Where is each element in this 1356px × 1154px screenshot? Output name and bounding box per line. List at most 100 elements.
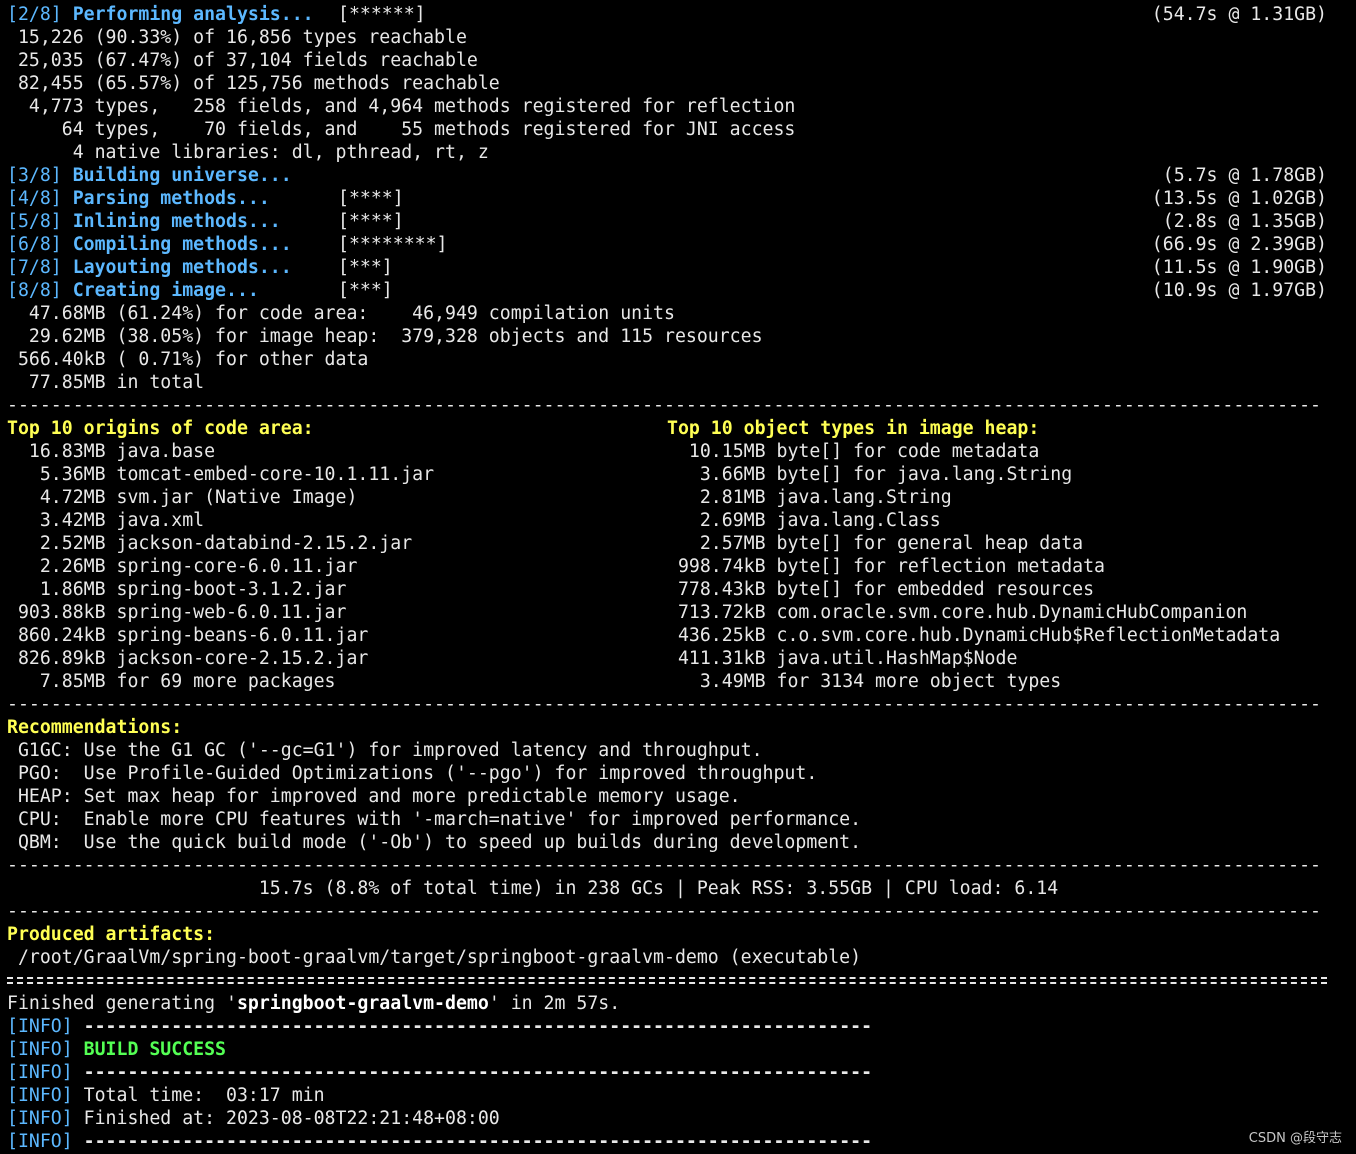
object-row: 10.15MB byte[] for code metadata	[667, 441, 1040, 462]
csdn-watermark: CSDN @段守志	[1248, 1131, 1342, 1146]
separator: ----------------------------------------…	[7, 694, 1321, 715]
finished-prefix: Finished generating '	[7, 993, 237, 1014]
object-row: 3.49MB for 3134 more object types	[667, 671, 1062, 692]
step-timing: (5.7s @ 1.78GB)	[1162, 165, 1327, 186]
build-step-line: [3/8] Building universe... (5.7s @ 1.78GB…	[7, 164, 1327, 187]
build-step-line: [8/8] Creating image... [***] (10.9s @ 1.9…	[7, 279, 1327, 302]
info-tag: [INFO]	[7, 1016, 73, 1037]
step-title: Compiling methods...	[72, 234, 292, 255]
object-row: 436.25kB c.o.svm.core.hub.DynamicHub$Ref…	[667, 625, 1281, 646]
recommendation-row: CPU: Enable more CPU features with '-mar…	[7, 809, 862, 830]
step-timing: (10.9s @ 1.97GB)	[1151, 280, 1327, 301]
step-number: [3/8]	[7, 165, 62, 186]
origin-row: 16.83MB java.base	[7, 441, 216, 462]
image-summary-line: 29.62MB (38.05%) for image heap: 379,328…	[7, 326, 763, 347]
origin-row: 5.36MB tomcat-embed-core-10.1.11.jar	[7, 464, 435, 485]
info-dashes: ----------------------------------------…	[72, 1016, 873, 1037]
gc-summary-line: 15.7s (8.8% of total time) in 238 GCs | …	[7, 878, 1059, 899]
step-title: Inlining methods...	[72, 211, 281, 232]
object-row: 2.57MB byte[] for general heap data	[667, 533, 1084, 554]
step-timing: (66.9s @ 2.39GB)	[1151, 234, 1327, 255]
step-title: Performing analysis...	[72, 4, 314, 25]
step-timing: (2.8s @ 1.35GB)	[1162, 211, 1327, 232]
info-tag: [INFO]	[7, 1085, 73, 1106]
origin-row: 1.86MB spring-boot-3.1.2.jar	[7, 579, 347, 600]
object-row: 2.69MB java.lang.Class	[667, 510, 941, 531]
step-number: [6/8]	[7, 234, 62, 255]
maven-info-line: [INFO] Total time: 03:17 min	[7, 1084, 1327, 1107]
recommendations-header: Recommendations:	[7, 717, 183, 738]
analysis-step-line: [2/8] Performing analysis... [******] (54.…	[7, 3, 1327, 26]
top10-row: 860.24kB spring-beans-6.0.11.jar 436.25k…	[7, 624, 1327, 647]
top10-header-line: Top 10 origins of code area: Top 10 objec…	[7, 417, 1327, 440]
origin-row: 2.26MB spring-core-6.0.11.jar	[7, 556, 358, 577]
image-summary-line: 566.40kB ( 0.71%) for other data	[7, 349, 369, 370]
maven-info-line: [INFO] BUILD SUCCESS	[7, 1038, 1327, 1061]
info-tag: [INFO]	[7, 1108, 73, 1129]
build-step-line: [4/8] Parsing methods... [****] (13.5s @ 1…	[7, 187, 1327, 210]
top10-row: 4.72MB svm.jar (Native Image) 2.81MB jav…	[7, 486, 1327, 509]
step-progress: [***]	[338, 280, 393, 301]
object-row: 998.74kB byte[] for reflection metadata	[667, 556, 1105, 577]
origin-row: 2.52MB jackson-databind-2.15.2.jar	[7, 533, 413, 554]
step-title: Creating image...	[72, 280, 259, 301]
analysis-detail-line: 4 native libraries: dl, pthread, rt, z	[7, 142, 489, 163]
step-number: [2/8]	[7, 4, 62, 25]
step-progress: [****]	[338, 211, 404, 232]
origin-row: 860.24kB spring-beans-6.0.11.jar	[7, 625, 369, 646]
origin-row: 7.85MB for 69 more packages	[7, 671, 336, 692]
top10-row: 2.52MB jackson-databind-2.15.2.jar 2.57M…	[7, 532, 1327, 555]
step-title: Building universe...	[72, 165, 292, 186]
step-timing: (13.5s @ 1.02GB)	[1151, 188, 1327, 209]
separator: ----------------------------------------…	[7, 901, 1321, 922]
finished-suffix: ' in 2m 57s.	[488, 993, 621, 1014]
top-objects-header: Top 10 object types in image heap:	[667, 418, 1040, 439]
recommendation-row: HEAP: Set max heap for improved and more…	[7, 786, 741, 807]
top-origins-header: Top 10 origins of code area:	[7, 418, 314, 439]
analysis-detail-line: 15,226 (90.33%) of 16,856 types reachabl…	[7, 27, 467, 48]
top10-row: 903.88kB spring-web-6.0.11.jar 713.72kB …	[7, 601, 1327, 624]
build-success-text: BUILD SUCCESS	[83, 1039, 227, 1060]
analysis-detail-line: 64 types, 70 fields, and 55 methods regi…	[7, 119, 796, 140]
top10-row: 3.42MB java.xml 2.69MB java.lang.Class	[7, 509, 1327, 532]
object-row: 411.31kB java.util.HashMap$Node	[667, 648, 1018, 669]
info-tag: [INFO]	[7, 1131, 73, 1152]
info-tag: [INFO]	[7, 1039, 73, 1060]
double-separator	[7, 969, 1327, 992]
object-row: 2.81MB java.lang.String	[667, 487, 952, 508]
step-progress: [********]	[338, 234, 448, 255]
image-summary-line: 47.68MB (61.24%) for code area: 46,949 c…	[7, 303, 675, 324]
separator: ----------------------------------------…	[7, 395, 1321, 416]
step-title: Parsing methods...	[72, 188, 270, 209]
maven-info-line: [INFO] ---------------------------------…	[7, 1061, 1327, 1084]
step-number: [8/8]	[7, 280, 62, 301]
analysis-detail-line: 25,035 (67.47%) of 37,104 fields reachab…	[7, 50, 478, 71]
info-tag: [INFO]	[7, 1062, 73, 1083]
info-dashes: ----------------------------------------…	[72, 1131, 873, 1152]
origin-row: 4.72MB svm.jar (Native Image)	[7, 487, 358, 508]
analysis-detail-line: 82,455 (65.57%) of 125,756 methods reach…	[7, 73, 500, 94]
build-step-line: [7/8] Layouting methods... [***] (11.5s @ …	[7, 256, 1327, 279]
top10-row: 2.26MB spring-core-6.0.11.jar 998.74kB b…	[7, 555, 1327, 578]
step-progress: [******]	[338, 4, 426, 25]
maven-info-line: [INFO] Finished at: 2023-08-08T22:21:48+…	[7, 1107, 1327, 1130]
finished-at: Finished at: 2023-08-08T22:21:48+08:00	[72, 1108, 500, 1129]
step-number: [7/8]	[7, 257, 62, 278]
origin-row: 3.42MB java.xml	[7, 510, 205, 531]
finished-line: Finished generating 'springboot-graalvm-…	[7, 992, 1327, 1015]
finished-artifact-name: springboot-graalvm-demo	[236, 993, 489, 1014]
top10-row: 1.86MB spring-boot-3.1.2.jar 778.43kB by…	[7, 578, 1327, 601]
origin-row: 903.88kB spring-web-6.0.11.jar	[7, 602, 347, 623]
step-progress: [***]	[338, 257, 393, 278]
build-step-line: [6/8] Compiling methods... [********] (66.…	[7, 233, 1327, 256]
step-number: [5/8]	[7, 211, 62, 232]
top10-row: 7.85MB for 69 more packages 3.49MB for 3…	[7, 670, 1327, 693]
artifacts-header: Produced artifacts:	[7, 924, 216, 945]
step-timing: (54.7s @ 1.31GB)	[1151, 4, 1327, 25]
origin-row: 826.89kB jackson-core-2.15.2.jar	[7, 648, 369, 669]
artifact-path: /root/GraalVm/spring-boot-graalvm/target…	[7, 947, 862, 968]
maven-info-line: [INFO] ---------------------------------…	[7, 1130, 1327, 1153]
image-summary-line: 77.85MB in total	[7, 372, 205, 393]
object-row: 713.72kB com.oracle.svm.core.hub.Dynamic…	[667, 602, 1248, 623]
top10-row: 5.36MB tomcat-embed-core-10.1.11.jar 3.6…	[7, 463, 1327, 486]
